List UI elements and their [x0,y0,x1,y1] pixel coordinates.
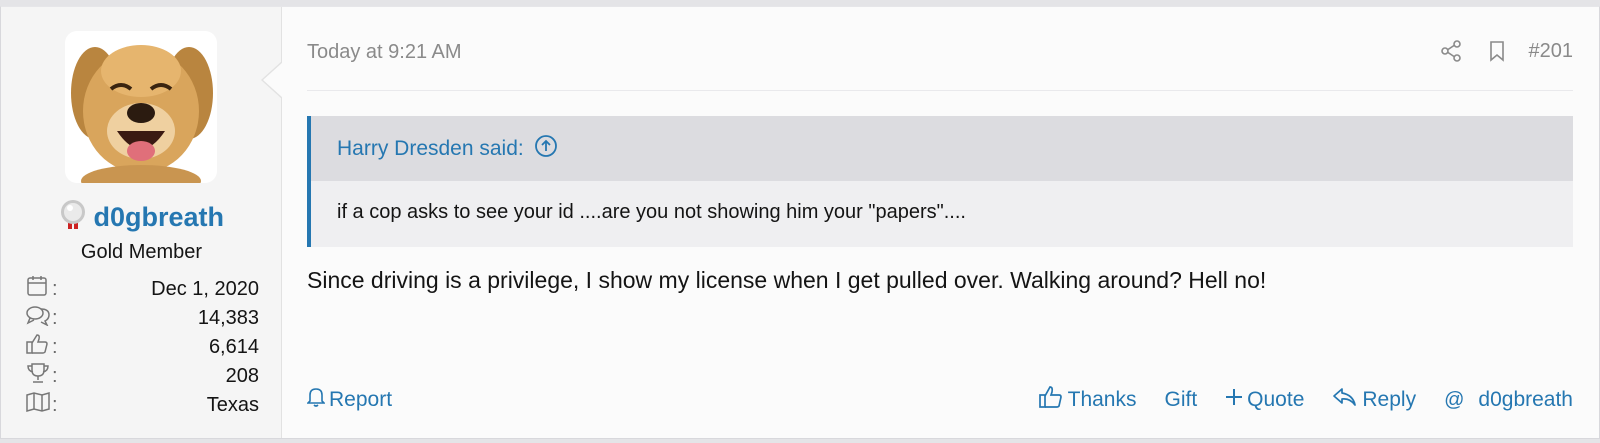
thanks-button[interactable]: Thanks [1038,385,1137,415]
messages-icon [25,304,51,332]
reply-button[interactable]: Reply [1332,386,1416,414]
quote-text: if a cop asks to see your id ....are you… [337,201,966,223]
stat-joined: : Dec 1, 2020 [25,275,259,303]
gift-button[interactable]: Gift [1165,388,1198,412]
plus-icon [1225,388,1247,412]
reply-arrow-icon [1332,386,1362,414]
rank-badge-icon [59,199,87,236]
quote-block: Harry Dresden said: if a cop asks to see… [307,116,1573,247]
stat-location: : Texas [25,391,259,419]
stat-messages: : 14,383 [25,304,259,332]
quote-header[interactable]: Harry Dresden said: [311,116,1573,181]
arrow-up-circle-icon[interactable] [524,134,558,164]
share-icon[interactable] [1439,39,1463,63]
thumbs-up-icon [1038,385,1068,415]
stat-value: 14,383 [197,306,259,329]
user-title: Gold Member [80,241,203,263]
post-timestamp[interactable]: Today at 9:21 AM [307,41,462,64]
post-actions: Report Thanks Gift Quote Reply @ d0gbrea… [306,385,1573,415]
bell-icon [306,386,329,414]
stat-reactions: : 6,614 [25,333,259,361]
stat-value: 208 [225,364,259,387]
avatar[interactable] [65,31,217,183]
at-icon: @ [1444,388,1465,411]
calendar-icon [25,275,51,303]
stat-value[interactable]: Texas [207,394,259,417]
report-button[interactable]: Report [306,386,392,414]
quote-button[interactable]: Quote [1225,388,1304,412]
stat-value: 6,614 [208,335,259,358]
user-panel: d0gbreath Gold Member : Dec 1, 2020 : 14… [1,7,283,438]
stat-trophies: : 208 [25,362,259,390]
post-number-link[interactable]: #201 [1529,40,1574,63]
thumbs-up-icon [25,333,51,361]
bookmark-icon[interactable] [1485,39,1509,63]
map-icon [25,391,51,419]
stat-value: Dec 1, 2020 [151,277,259,300]
quote-author[interactable]: Harry Dresden said: [337,137,524,161]
username-link[interactable]: d0gbreath [93,202,224,232]
message-post: d0gbreath Gold Member : Dec 1, 2020 : 14… [0,6,1600,439]
message-body: Since driving is a privilege, I show my … [307,267,1267,293]
trophy-icon [25,362,51,390]
mention-button[interactable]: @ d0gbreath [1444,388,1573,412]
header-divider [307,90,1573,91]
